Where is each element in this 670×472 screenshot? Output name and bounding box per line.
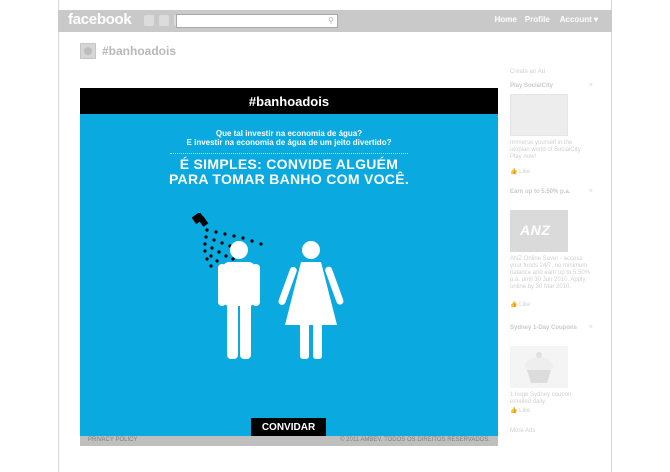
ad-title[interactable]: Play SocialCity <box>510 82 580 90</box>
ad-anz[interactable]: Earn up to 5.50% p.a. × ANZ ANZ Online S… <box>508 188 595 316</box>
facebook-logo[interactable]: facebook <box>68 11 132 28</box>
banhoadois-app: #banhoadois Que tal investir na economia… <box>80 88 498 446</box>
shower-head-icon <box>192 213 209 227</box>
app-header-bar: #banhoadois <box>80 88 498 114</box>
headline-line-1: É SIMPLES: CONVIDE ALGUÉM <box>179 156 399 172</box>
page-title[interactable]: #banhoadois <box>102 44 176 58</box>
ad-image[interactable] <box>510 94 568 136</box>
question-line-1: Que tal investir na economia de água? <box>215 129 363 138</box>
close-icon[interactable]: × <box>589 324 593 332</box>
app-footer: PRIVACY POLICY © 2011 AMBEV. TODOS OS DI… <box>80 436 498 446</box>
dotted-divider <box>170 153 408 154</box>
like-label: Like <box>519 169 531 175</box>
like-label: Like <box>519 302 531 308</box>
search-icon[interactable]: ⚲ <box>328 16 334 25</box>
ad-body: 1 huge Sydney coupon emailed daily. <box>510 392 572 405</box>
thumbs-up-icon: 👍 <box>510 302 518 308</box>
privacy-policy-link[interactable]: PRIVACY POLICY <box>88 437 137 443</box>
like-button[interactable]: 👍 Like <box>510 168 530 176</box>
nav-profile[interactable]: Profile <box>525 15 550 24</box>
nav-home[interactable]: Home <box>495 15 517 24</box>
invite-button[interactable]: CONVIDAR <box>251 418 326 438</box>
headline-line-2: PARA TOMAR BANHO COM VOCÊ. <box>168 171 410 187</box>
thumbs-up-icon: 👍 <box>510 408 518 414</box>
anz-logo: ANZ <box>520 222 551 238</box>
ad-body: Immerse yourself in the utopian world of… <box>510 140 582 160</box>
top-nav: Home Profile Account ▾ <box>495 15 600 24</box>
question-line-2: E investir na economia de água de um jei… <box>186 138 392 147</box>
like-label: Like <box>519 408 531 414</box>
page-header: #banhoadois <box>80 42 176 60</box>
ad-image[interactable] <box>510 346 568 388</box>
shower-couple-illustration <box>192 213 344 359</box>
search-input[interactable]: ⚲ <box>176 14 338 28</box>
ad-title[interactable]: Earn up to 5.50% p.a. <box>510 188 580 196</box>
thumbs-up-icon: 👍 <box>510 169 518 175</box>
messages-icon[interactable] <box>159 15 169 26</box>
app-question: Que tal investir na economia de água? E … <box>80 129 498 147</box>
close-icon[interactable]: × <box>589 188 593 196</box>
close-icon[interactable]: × <box>589 82 593 90</box>
copyright-text: © 2011 AMBEV. TODOS OS DIREITOS RESERVAD… <box>340 437 490 443</box>
man-figure-icon <box>218 241 260 359</box>
app-headline: É SIMPLES: CONVIDE ALGUÉM PARA TOMAR BAN… <box>80 157 498 187</box>
nav-account[interactable]: Account ▾ <box>558 15 600 24</box>
like-button[interactable]: 👍 Like <box>510 407 530 415</box>
cupcake-icon <box>525 352 553 383</box>
more-ads-link[interactable]: More Ads <box>510 427 535 435</box>
app-title: #banhoadois <box>248 94 330 109</box>
facebook-top-bar: facebook ⚲ Home Profile Account ▾ <box>58 10 612 32</box>
woman-figure-icon <box>278 241 344 359</box>
ad-sydney-coupons[interactable]: Sydney 1-Day Coupons × 1 huge Sydney cou… <box>508 324 595 418</box>
page-avatar[interactable] <box>80 43 96 59</box>
friend-requests-icon[interactable] <box>144 15 154 26</box>
create-ad-link[interactable]: Create an Ad <box>510 68 545 76</box>
ad-body: ANZ Online Saver - access your funds 24/… <box>510 256 591 290</box>
ad-title[interactable]: Sydney 1-Day Coupons <box>510 324 580 332</box>
like-button[interactable]: 👍 Like <box>510 301 530 309</box>
ad-play-socialcity[interactable]: Play SocialCity × Immerse yourself in th… <box>508 82 595 180</box>
ad-image[interactable]: ANZ <box>510 210 568 252</box>
